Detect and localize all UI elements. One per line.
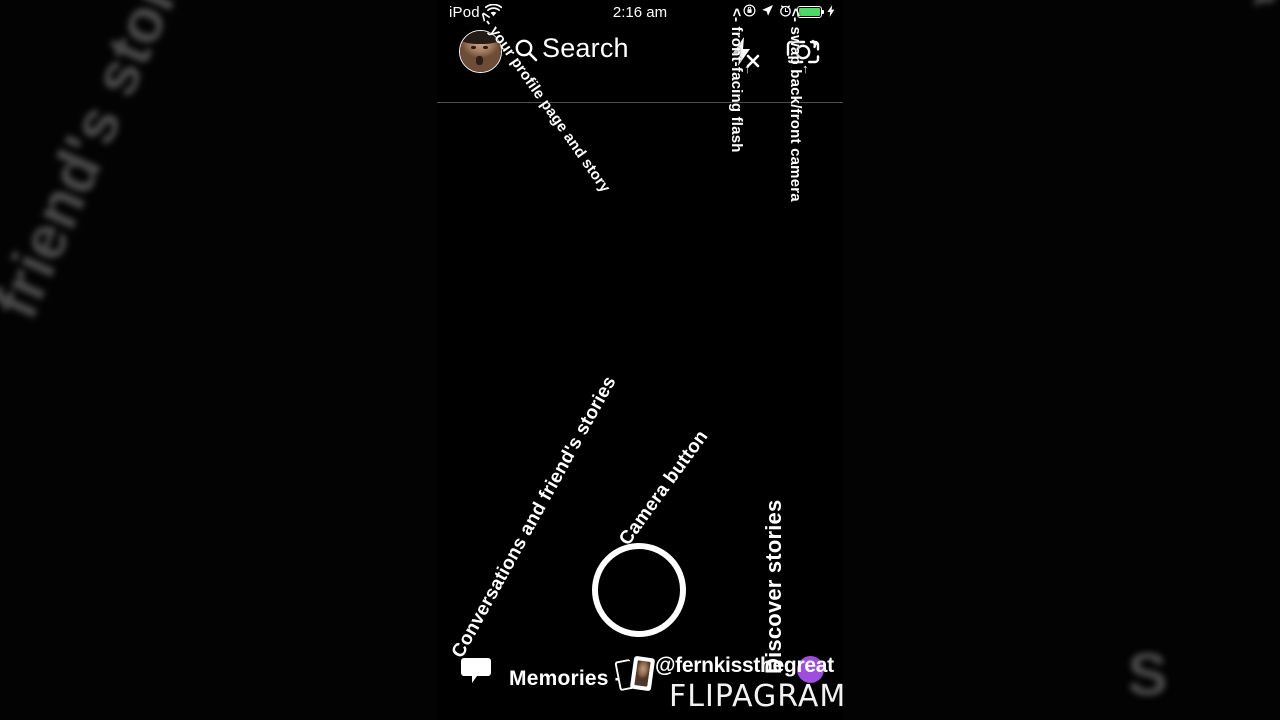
memories-card-photo [634,660,651,687]
location-arrow-icon [761,4,774,21]
search-input[interactable]: Search [542,33,629,64]
annotation-flash: <- front-facing flash [728,8,745,153]
header-divider [437,102,843,103]
phone-screen: iPod 2:16 am Search ↑ ↑ <- your profile … [437,0,843,720]
chat-bubble-icon[interactable] [461,658,491,684]
avatar-eye-left [470,45,476,50]
background-text-right-top: mera [1245,0,1280,6]
flipagram-watermark: FLIPAGRAM [669,679,843,714]
camera-controls [437,447,843,647]
background-text-right-bottom: S [1127,641,1168,708]
camera-shutter-button[interactable] [592,543,686,637]
annotation-swap-camera: <- swap back/front camera [787,8,804,202]
lightning-bolt-icon [827,4,835,21]
username-label: @fernkissthegreat [655,654,834,677]
memories-card-front [629,655,656,692]
background-text-left: friend's stories [0,0,227,329]
bottom-bar: Memories -> @fernkissthegreat FLIPAGRAM [437,648,843,720]
